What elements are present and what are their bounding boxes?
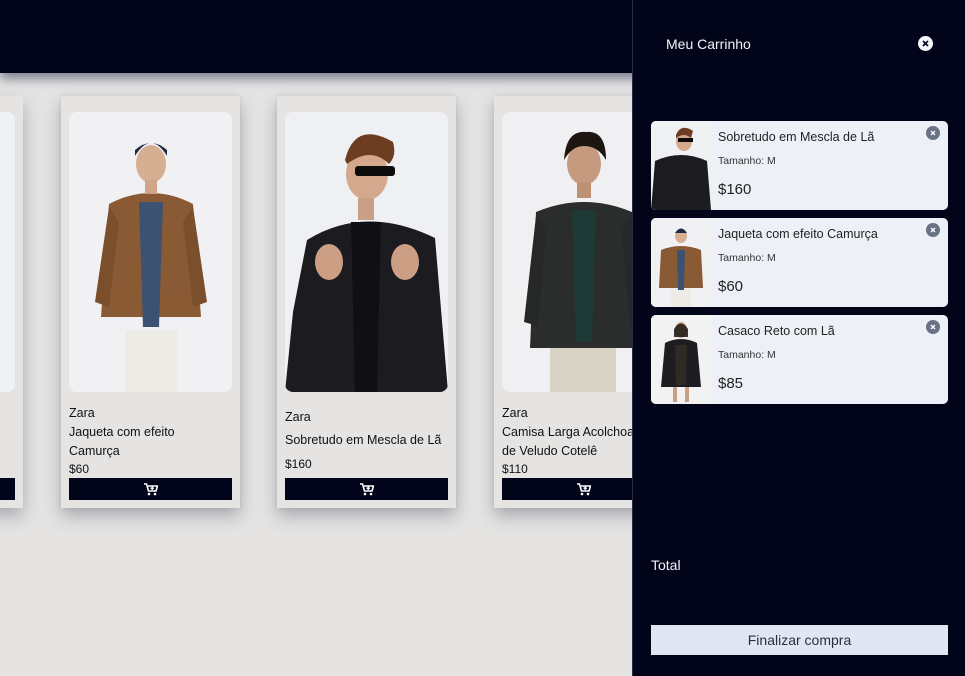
cart-item: Sobretudo em Mescla de Lã Tamanho: M $16… [651,121,948,210]
product-photo-black-coat [285,112,448,392]
product-price: $60 [69,462,90,476]
product-price: $160 [285,457,312,471]
cart-item-name: Sobretudo em Mescla de Lã [718,130,875,144]
product-image [285,112,448,392]
cart-title: Meu Carrinho [666,36,751,52]
close-icon [930,130,936,136]
product-image [69,112,232,392]
close-cart-button[interactable] [918,36,933,51]
product-photo-brown-jacket [69,112,232,392]
cart-item: Casaco Reto com Lã Tamanho: M $85 [651,315,948,404]
product-name[interactable]: Sobretudo em Mescla de Lã [285,431,450,450]
add-to-cart-icon [143,482,158,495]
remove-item-button[interactable] [926,320,940,334]
add-to-cart-button[interactable] [502,478,632,500]
cart-total-label: Total [651,557,681,573]
product-card: Zara Camisa Larga Acolchoa de Veludo Cot… [494,96,632,508]
add-to-cart-button[interactable] [285,478,448,500]
product-brand: Zara [502,406,528,420]
cart-item-price: $160 [718,181,752,198]
add-to-cart-button[interactable] [69,478,232,500]
remove-item-button[interactable] [926,126,940,140]
product-name[interactable]: Camisa Larga Acolchoa de Veludo Cotelê [502,423,632,461]
cart-item-thumbnail [651,315,711,404]
checkout-button[interactable]: Finalizar compra [651,625,948,655]
cart-item-name: Casaco Reto com Lã [718,324,835,338]
cart-item-thumbnail [651,218,711,307]
product-shelf: Zara Jaqueta com efeito Camurça $60 Zara… [0,0,632,676]
cart-drawer: Meu Carrinho Sobretudo em Mescla de Lã T… [632,0,965,676]
close-icon [930,227,936,233]
cart-item-size: Tamanho: M [718,349,776,361]
cart-thumb-long-coat [651,315,711,404]
cart-thumb-black-coat [651,121,711,210]
cart-thumb-brown-jacket [651,218,711,307]
product-card: Zara Jaqueta com efeito Camurça $60 [61,96,240,508]
product-price: $110 [502,462,528,476]
add-to-cart-button-partial[interactable] [0,478,15,500]
cart-item-size: Tamanho: M [718,252,776,264]
product-photo-corduroy-shirt [502,112,632,392]
close-icon [930,324,936,330]
product-brand: Zara [285,410,311,424]
product-card: Zara Sobretudo em Mescla de Lã $160 [277,96,456,508]
product-brand: Zara [69,406,95,420]
cart-item-price: $60 [718,278,744,295]
cart-item-price: $85 [718,375,744,392]
close-icon [922,40,929,47]
cart-item-name: Jaqueta com efeito Camurça [718,227,878,241]
cart-item-thumbnail [651,121,711,210]
product-image [0,112,15,392]
remove-item-button[interactable] [926,223,940,237]
add-to-cart-icon [359,482,374,495]
cart-item-size: Tamanho: M [718,155,776,167]
product-image [502,112,632,392]
product-card-partial [0,96,23,508]
cart-item: Jaqueta com efeito Camurça Tamanho: M $6… [651,218,948,307]
add-to-cart-icon [576,482,591,495]
product-name[interactable]: Jaqueta com efeito Camurça [69,423,234,461]
